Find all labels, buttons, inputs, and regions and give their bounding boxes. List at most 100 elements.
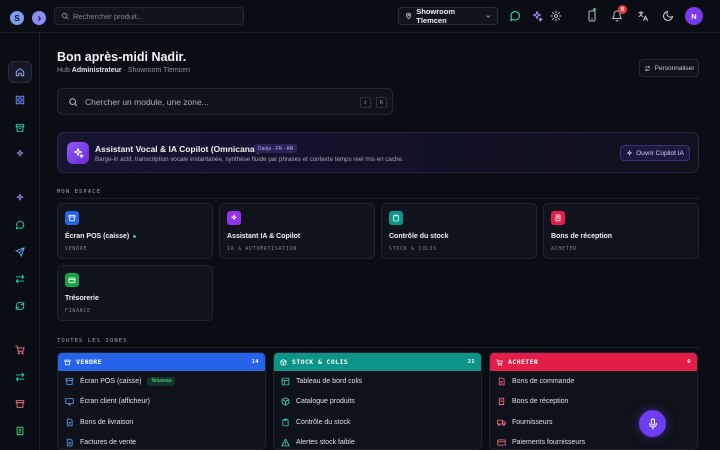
- sparkles-icon: [15, 149, 25, 159]
- breadcrumb-role: Administrateur: [71, 67, 122, 74]
- voice-assistant-button[interactable]: [639, 410, 666, 437]
- zone-link-delivery-notes[interactable]: Bons de livraison: [58, 412, 265, 433]
- module-card-receipts[interactable]: Bons de réception ACHETER: [543, 203, 699, 259]
- breadcrumb: Hub Administrateur · Showroom Tlemcen: [57, 67, 190, 74]
- module-title: Bons de réception: [551, 233, 612, 240]
- sidebar-item-dashboard[interactable]: [8, 89, 32, 111]
- box-icon: [281, 397, 290, 406]
- module-title-text: Écran POS (caisse): [65, 233, 130, 240]
- language-badge: Darija · FR · AR: [254, 144, 298, 153]
- zone-link-supplier-payments[interactable]: Paiements fournisseurs: [490, 433, 697, 450]
- shortcut-key-letter: K: [376, 97, 387, 108]
- zone-link-label: Paiements fournisseurs: [512, 439, 586, 447]
- moon-icon[interactable]: [662, 10, 674, 22]
- map-pin-icon: [405, 12, 412, 20]
- receipt-icon: [554, 214, 562, 222]
- cart-icon: [15, 345, 25, 355]
- module-card-treasury[interactable]: Trésorerie FINANCE: [57, 265, 213, 321]
- sidebar-item-packages[interactable]: [8, 393, 32, 415]
- zone-link-customer-display[interactable]: Écran client (afficheur): [58, 392, 265, 413]
- swap-icon: [15, 274, 25, 284]
- zone-link-low-stock-alerts[interactable]: Alertes stock faible: [274, 433, 481, 450]
- ledger-icon: [15, 426, 25, 436]
- send-icon: [15, 247, 25, 257]
- sidebar-item-messages[interactable]: [8, 214, 32, 236]
- dashboard-icon: [281, 377, 290, 386]
- mobile-device-icon[interactable]: [586, 10, 598, 22]
- zone-stock: STOCK & COLIS 21 Tableau de bord colis C…: [273, 352, 482, 450]
- zone-name: STOCK & COLIS: [292, 358, 349, 366]
- zone-link-purchase-orders[interactable]: Bons de commande: [490, 371, 697, 392]
- sliders-icon: [644, 65, 651, 72]
- showroom-selector[interactable]: Showroom Tlemcen: [398, 7, 498, 25]
- translate-icon[interactable]: [637, 10, 649, 22]
- new-badge: Nouveau: [147, 376, 176, 386]
- sidebar-item-home[interactable]: [8, 61, 32, 83]
- zone-count: 6: [687, 359, 691, 365]
- zone-buy: ACHETER 6 Bons de commande Bons de récep…: [489, 352, 698, 450]
- zone-link-label: Alertes stock faible: [296, 439, 355, 447]
- clipboard-icon: [281, 418, 290, 427]
- zone-link-label: Écran client (afficheur): [80, 398, 150, 406]
- sidebar-item-stock[interactable]: [8, 117, 32, 139]
- sidebar-toggle-button[interactable]: [32, 11, 46, 25]
- sidebar-item-exchange[interactable]: [8, 366, 32, 388]
- home-icon: [15, 67, 25, 77]
- sparkles-icon[interactable]: [531, 10, 543, 22]
- module-icon-box: [551, 211, 565, 225]
- zone-link-label: Bons de livraison: [80, 418, 134, 426]
- search-icon: [61, 12, 69, 20]
- module-zone: IA & AUTOMATISATION: [227, 247, 298, 252]
- app-logo[interactable]: S: [10, 11, 24, 25]
- zone-link-sales-invoices[interactable]: Factures de vente: [58, 433, 265, 450]
- module-search-input[interactable]: [85, 96, 355, 107]
- zone-link-label: Bons de réception: [512, 398, 569, 406]
- zone-header[interactable]: STOCK & COLIS 21: [274, 353, 481, 371]
- breadcrumb-location: Showroom Tlemcen: [127, 67, 190, 74]
- zone-link-stock-control[interactable]: Contrôle du stock: [274, 412, 481, 433]
- wallet-icon: [68, 276, 76, 284]
- product-search-input[interactable]: [73, 11, 233, 21]
- customize-button[interactable]: Personnaliser: [639, 59, 699, 77]
- zone-link-pos[interactable]: Écran POS (caisse) Nouveau: [58, 371, 265, 392]
- copilot-logo: [67, 142, 89, 164]
- sparkles-icon: [15, 193, 25, 203]
- customize-label: Personnaliser: [654, 64, 695, 72]
- zone-header[interactable]: ACHETER 6: [490, 353, 697, 371]
- sidebar-item-send[interactable]: [8, 241, 32, 263]
- microphone-icon: [647, 417, 659, 430]
- module-card-pos[interactable]: Écran POS (caisse) VENDRE: [57, 203, 213, 259]
- zone-header[interactable]: VENDRE 14: [58, 353, 265, 371]
- copilot-description: Barge-in actif, transcription vocale ins…: [95, 156, 404, 163]
- product-search-box[interactable]: [54, 7, 244, 25]
- credit-card-icon: [497, 438, 506, 447]
- zone-count: 21: [467, 359, 475, 365]
- module-card-ai[interactable]: Assistant IA & Copilot IA & AUTOMATISATI…: [219, 203, 375, 259]
- user-avatar[interactable]: N: [685, 7, 703, 25]
- module-icon-box: [389, 211, 403, 225]
- sidebar-item-ai[interactable]: [8, 143, 32, 165]
- sidebar-item-automation[interactable]: [8, 187, 32, 209]
- package-icon: [15, 399, 25, 409]
- online-status-dot: [593, 8, 596, 11]
- sidebar-item-cart[interactable]: [8, 339, 32, 361]
- zone-link-goods-receipts[interactable]: Bons de réception: [490, 392, 697, 413]
- sidebar-item-finance[interactable]: [8, 420, 32, 442]
- module-title-text: Trésorerie: [65, 295, 99, 302]
- document-icon: [497, 377, 506, 386]
- register-icon: [64, 359, 71, 366]
- sidebar-item-transfers[interactable]: [8, 268, 32, 290]
- sidebar-item-sync[interactable]: [8, 295, 32, 317]
- zone-link-product-catalog[interactable]: Catalogue produits: [274, 392, 481, 413]
- open-copilot-button[interactable]: Ouvrir Copilot IA: [620, 145, 690, 161]
- refresh-icon: [15, 301, 25, 311]
- document-icon: [65, 438, 74, 447]
- zone-link-package-dashboard[interactable]: Tableau de bord colis: [274, 371, 481, 392]
- module-card-stock[interactable]: Contrôle du stock STOCK & COLIS: [381, 203, 537, 259]
- module-title: Contrôle du stock: [389, 233, 449, 240]
- gear-icon[interactable]: [550, 10, 562, 22]
- module-search-box[interactable]: ⇧ K: [57, 88, 393, 115]
- whatsapp-icon[interactable]: [509, 10, 521, 22]
- my-space-heading: MON ESPACE: [57, 189, 102, 195]
- sidebar: [0, 33, 40, 450]
